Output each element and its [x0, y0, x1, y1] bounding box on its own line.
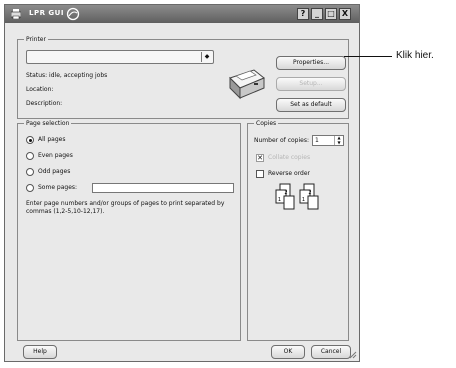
copies-group: Copies Number of copies: 1 ▲ ▼ ✕ Collate … — [247, 119, 349, 341]
cancel-button[interactable]: Cancel — [311, 345, 351, 359]
even-pages-label: Even pages — [38, 152, 73, 159]
collate-copies-label: Collate copies — [268, 154, 311, 161]
number-of-copies-spinner[interactable]: 1 ▲ ▼ — [312, 135, 344, 146]
window-title: LPR GUI — [29, 9, 64, 17]
callout-line — [344, 56, 392, 57]
spinner-arrows-icon[interactable]: ▲ ▼ — [334, 135, 343, 145]
help-title-button[interactable]: ? — [297, 8, 309, 20]
printer-group: Printer ◆ Status: idle, accepting jobs L… — [17, 35, 349, 119]
printer-app-icon — [11, 9, 21, 19]
printer-select[interactable]: ◆ — [26, 50, 214, 64]
all-pages-label: All pages — [38, 136, 66, 143]
printer-description: Description: — [26, 100, 63, 107]
set-as-default-button[interactable]: Set as default — [276, 98, 346, 112]
collate-label-4: 1 — [302, 197, 305, 203]
collate-label-3: 2 — [308, 190, 311, 196]
properties-button[interactable]: Properties... — [276, 56, 346, 70]
reverse-order-label: Reverse order — [268, 170, 311, 177]
title-bar[interactable]: LPR GUI ? _ □ X — [5, 5, 359, 23]
resize-grip-icon[interactable] — [349, 351, 357, 359]
collate-label-2: 1 — [278, 197, 281, 203]
page-selection-label: Page selection — [24, 119, 72, 128]
close-button[interactable]: X — [339, 8, 351, 20]
all-pages-radio[interactable] — [26, 136, 34, 144]
printer-group-label: Printer — [24, 35, 48, 44]
reverse-order-checkbox[interactable] — [256, 170, 264, 178]
number-of-copies-label: Number of copies: — [254, 137, 309, 144]
collate-copies-checkbox[interactable]: ✕ — [256, 154, 264, 162]
number-of-copies-value: 1 — [315, 137, 319, 144]
swirl-icon — [66, 7, 80, 21]
maximize-button[interactable]: □ — [325, 8, 337, 20]
printer-status: Status: idle, accepting jobs — [26, 72, 108, 79]
copies-group-label: Copies — [254, 119, 279, 128]
page-selection-group: Page selection All pages Even pages Odd … — [17, 119, 241, 341]
ok-button[interactable]: OK — [271, 345, 305, 359]
collate-label-1: 2 — [284, 190, 287, 196]
odd-pages-radio[interactable] — [26, 168, 34, 176]
some-pages-input[interactable] — [92, 183, 234, 193]
lpr-gui-window: LPR GUI ? _ □ X Printer ◆ Status: idle, … — [4, 4, 360, 362]
some-pages-label: Some pages: — [38, 184, 78, 191]
printer-icon — [229, 69, 265, 100]
minimize-button[interactable]: _ — [311, 8, 323, 20]
printer-location: Location: — [26, 86, 54, 93]
even-pages-radio[interactable] — [26, 152, 34, 160]
collate-pages-icon: 2 1 2 1 — [275, 183, 319, 210]
dropdown-arrow-icon: ◆ — [201, 52, 212, 62]
odd-pages-label: Odd pages — [38, 168, 71, 175]
page-selection-hint: Enter page numbers and/or groups of page… — [26, 200, 225, 215]
callout-text: Klik hier. — [396, 50, 434, 61]
some-pages-radio[interactable] — [26, 184, 34, 192]
setup-button[interactable]: Setup... — [276, 77, 346, 91]
help-button[interactable]: Help — [23, 345, 57, 359]
